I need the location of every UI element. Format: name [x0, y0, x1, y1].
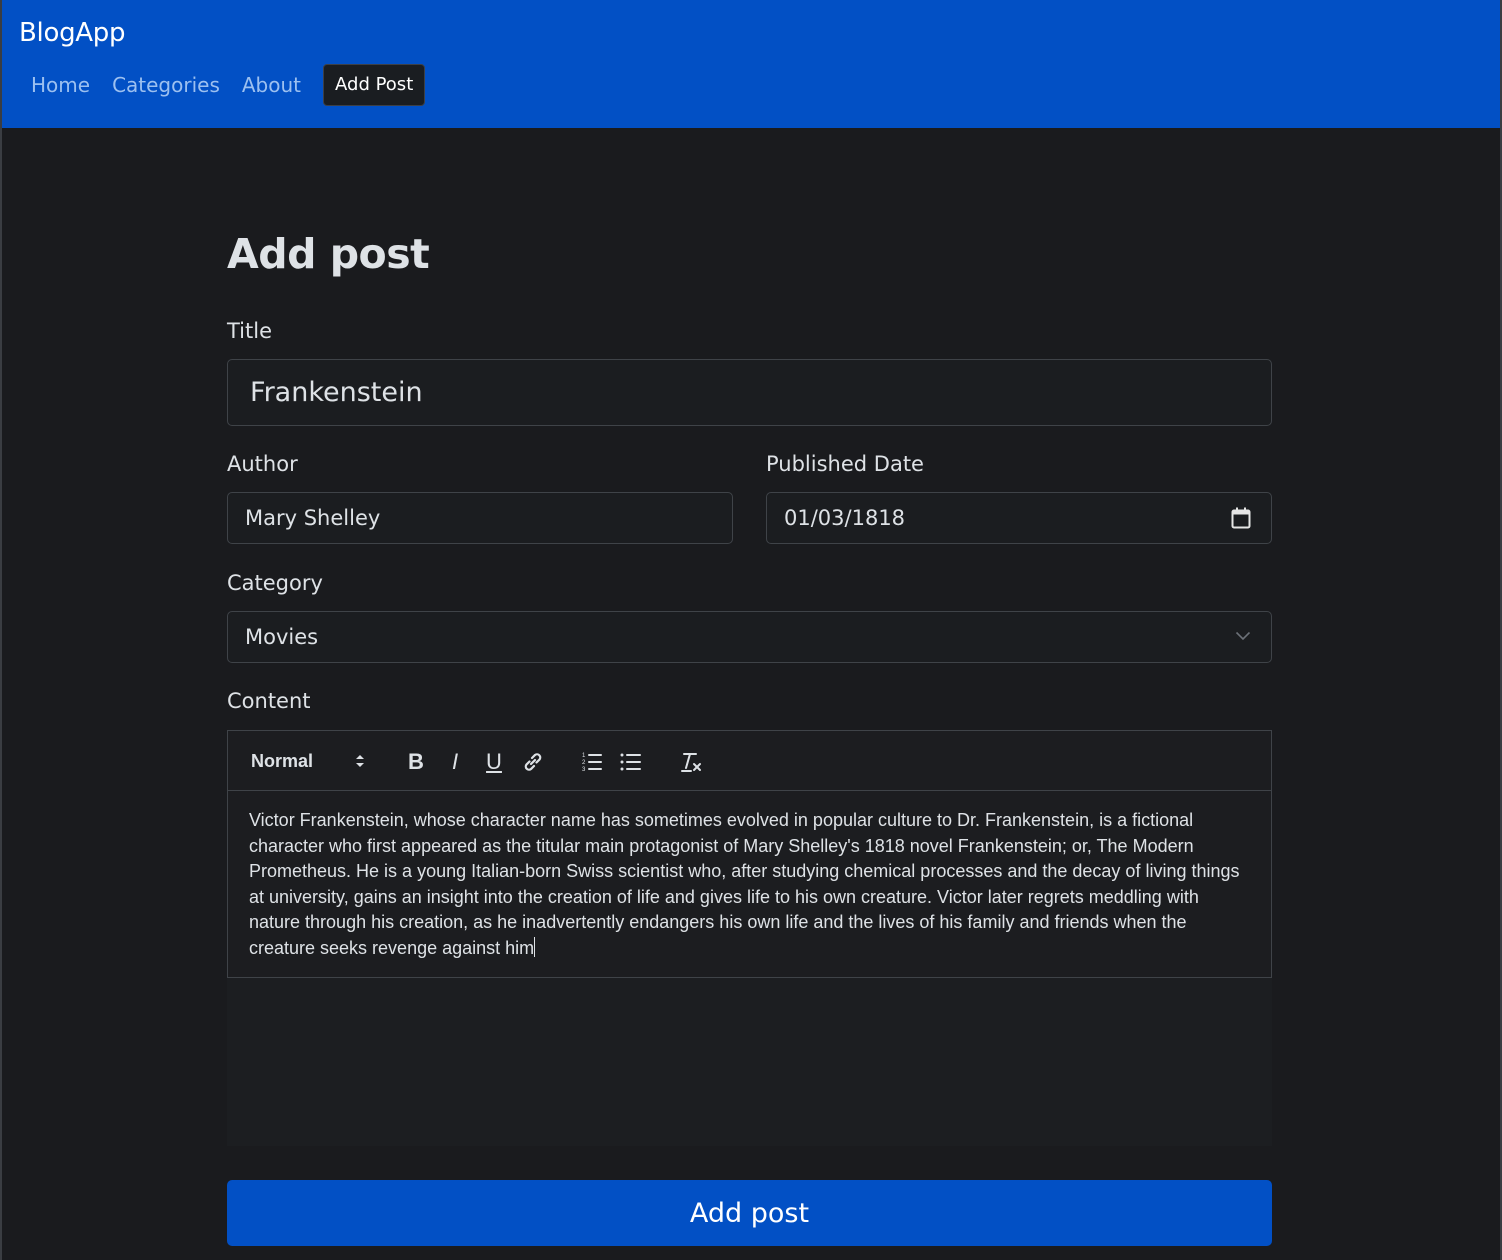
svg-text:1: 1: [582, 753, 586, 759]
link-icon[interactable]: [520, 749, 546, 775]
published-date-label: Published Date: [766, 452, 924, 476]
nav-link-about[interactable]: About: [231, 64, 312, 106]
author-label: Author: [227, 452, 298, 476]
author-input[interactable]: Mary Shelley: [227, 492, 733, 544]
calendar-icon[interactable]: [1231, 507, 1251, 529]
category-select-value: Movies: [245, 625, 319, 649]
published-date-value: 01/03/1818: [784, 506, 906, 530]
clear-format-icon[interactable]: [678, 749, 704, 775]
content-label: Content: [227, 689, 311, 713]
category-label: Category: [227, 571, 323, 595]
svg-text:2: 2: [582, 760, 586, 766]
content-editor: Normal B I U 123 Victor Frankenstein, wh…: [227, 730, 1272, 978]
published-date-input[interactable]: 01/03/1818: [766, 492, 1272, 544]
editor-content-area[interactable]: Victor Frankenstein, whose character nam…: [249, 808, 1249, 962]
editor-text: Victor Frankenstein, whose character nam…: [249, 810, 1240, 958]
editor-lower-area: [227, 978, 1272, 1146]
nav-link-categories[interactable]: Categories: [101, 64, 231, 106]
nav-link-add-post[interactable]: Add Post: [323, 64, 426, 106]
title-input[interactable]: Frankenstein: [227, 359, 1272, 426]
text-cursor: [534, 936, 536, 957]
nav-links: Home Categories About Add Post: [20, 64, 426, 106]
chevron-down-icon: [1235, 631, 1251, 641]
title-label: Title: [227, 319, 273, 343]
window-border-left: [0, 0, 2, 1260]
editor-toolbar: Normal B I U 123: [228, 731, 1271, 791]
navbar: BlogApp Home Categories About Add Post: [2, 0, 1500, 128]
underline-icon[interactable]: U: [481, 749, 507, 775]
add-post-submit-button[interactable]: Add post: [227, 1180, 1272, 1246]
ordered-list-icon[interactable]: 123: [579, 749, 605, 775]
format-picker[interactable]: Normal: [251, 751, 313, 772]
svg-text:3: 3: [582, 767, 586, 773]
author-input-value: Mary Shelley: [245, 506, 381, 530]
format-picker-arrows-icon[interactable]: [355, 753, 365, 769]
bullet-list-icon[interactable]: [618, 749, 644, 775]
brand-logo[interactable]: BlogApp: [19, 18, 125, 48]
nav-link-home[interactable]: Home: [20, 64, 101, 106]
title-input-value: Frankenstein: [250, 377, 423, 408]
bold-icon[interactable]: B: [403, 749, 429, 775]
category-select[interactable]: Movies: [227, 611, 1272, 663]
italic-icon[interactable]: I: [442, 749, 468, 775]
page-title: Add post: [227, 230, 430, 278]
